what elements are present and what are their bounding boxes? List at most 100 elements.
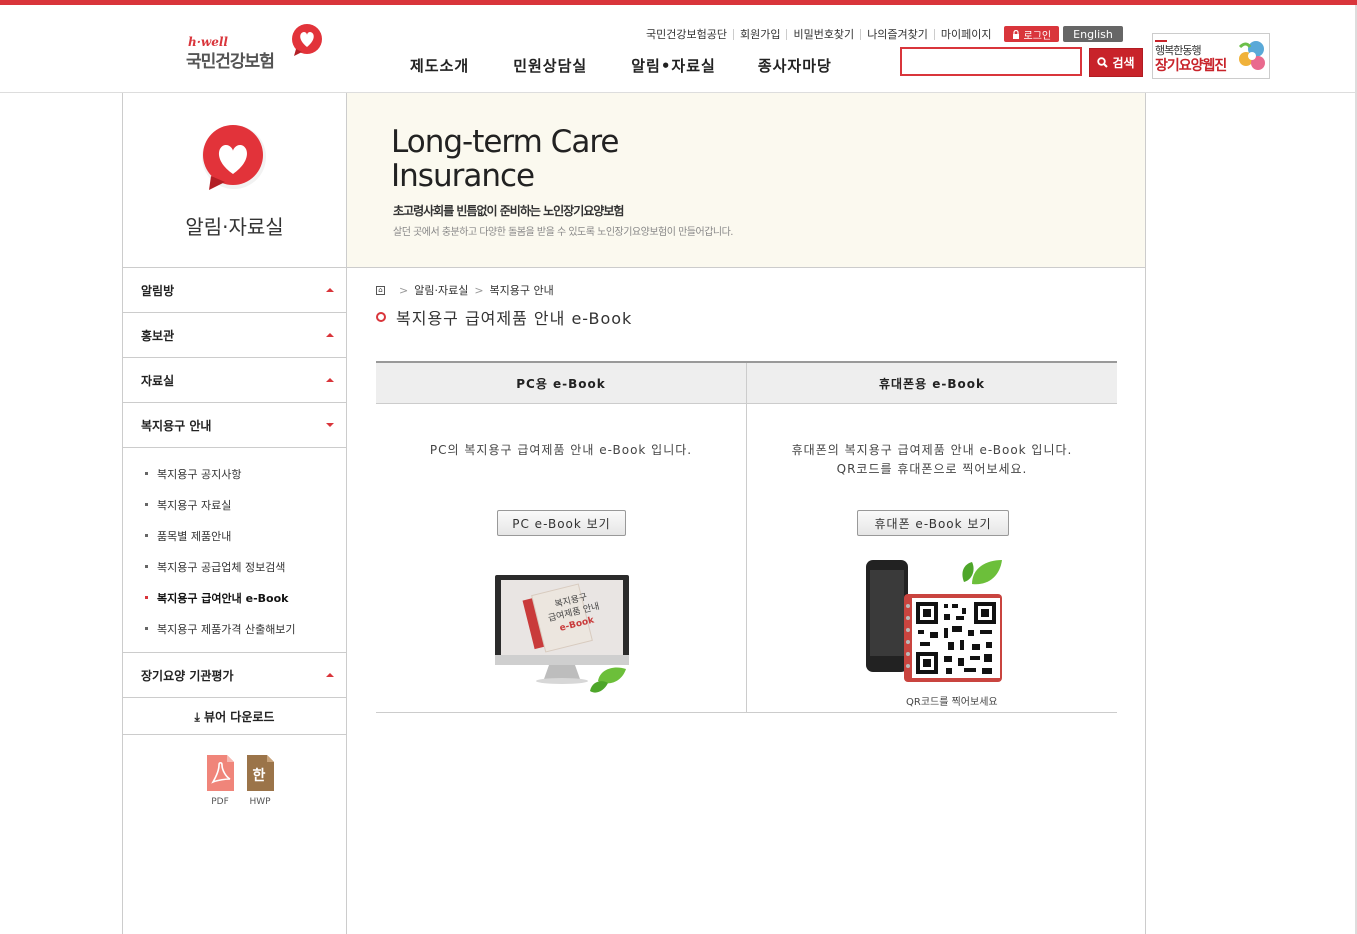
pc-column-header: PC용 e-Book: [376, 363, 746, 404]
gnb-item-notice[interactable]: 알림•자료실: [631, 55, 716, 76]
submenu-item-price-calc[interactable]: 복지용구 제품가격 산출해보기: [123, 613, 346, 644]
breadcrumb-separator: >: [474, 283, 484, 297]
menu-item-notice-room[interactable]: 알림방: [123, 268, 346, 313]
login-label: 로그인: [1023, 30, 1052, 42]
hero-banner: Long-term Care Insurance 초고령사회를 빈틈없이 준비하…: [347, 93, 1145, 268]
bullet-icon: [145, 596, 148, 599]
util-link-favorites[interactable]: 나의즐겨찾기: [861, 28, 935, 40]
breadcrumb: ⌂ > 알림·자료실 > 복지용구 안내: [376, 282, 554, 298]
search-icon: [1097, 57, 1109, 68]
menu-item-welfare[interactable]: 복지용구 안내: [123, 403, 346, 448]
menu-item-label: 장기요양 기관평가: [141, 668, 234, 683]
submenu-item-ebook[interactable]: 복지용구 급여안내 e-Book: [123, 582, 346, 613]
side-menu: 알림방 홍보관 자료실 복지용구 안내 복지용구 공지사항 복지용구 자료실 품…: [123, 268, 346, 735]
bullet-icon: [145, 472, 148, 475]
breadcrumb-separator: >: [399, 283, 409, 297]
logo-name: 국민건강보험: [186, 52, 275, 72]
submenu-item-label: 복지용구 급여안내 e-Book: [157, 591, 289, 605]
bullet-icon: [145, 565, 148, 568]
viewer-download-button[interactable]: ⤓ 뷰어 다운로드: [123, 698, 346, 735]
flower-icon: [1238, 41, 1265, 70]
caret-down-icon: [326, 423, 334, 427]
search-button[interactable]: 검색: [1089, 48, 1143, 77]
hero-title-line1: Long-term Care: [391, 124, 619, 160]
global-nav: 제도소개 민원상담실 알림•자료실 종사자마당: [410, 55, 876, 76]
login-button[interactable]: 로그인: [1003, 26, 1060, 42]
caret-up-icon: [326, 378, 334, 382]
hero-subtitle: 초고령사회를 빈틈없이 준비하는 노인장기요양보험: [393, 204, 624, 218]
hero-title-line2: Insurance: [391, 158, 535, 194]
caret-up-icon: [326, 333, 334, 337]
pc-description: PC의 복지용구 급여제품 안내 e-Book 입니다.: [429, 443, 693, 457]
site-logo[interactable]: h·well 국민건강보험: [186, 24, 326, 75]
mobile-column-header: 휴대폰용 e-Book: [747, 363, 1117, 404]
viewer-downloads: PDF 한 HWP: [200, 755, 280, 807]
pdf-label: PDF: [211, 797, 229, 807]
gnb-item-system[interactable]: 제도소개: [410, 55, 469, 76]
menu-item-pr[interactable]: 홍보관: [123, 313, 346, 358]
menu-item-archive[interactable]: 자료실: [123, 358, 346, 403]
qr-code-illustration[interactable]: [860, 556, 1010, 688]
submenu-item-suppliers[interactable]: 복지용구 공급업체 정보검색: [123, 551, 346, 582]
menu-item-evaluation[interactable]: 장기요양 기관평가: [123, 653, 346, 698]
caret-up-icon: [326, 288, 334, 292]
ebook-table: PC용 e-Book 휴대폰용 e-Book PC의 복지용구 급여제품 안내 …: [376, 361, 1117, 713]
title-bullet-icon: [376, 312, 386, 322]
menu-item-label: 자료실: [141, 373, 175, 388]
submenu-item-label: 복지용구 자료실: [157, 498, 232, 512]
home-icon[interactable]: ⌂: [376, 285, 385, 295]
gnb-item-workers[interactable]: 종사자마당: [758, 55, 832, 76]
submenu: 복지용구 공지사항 복지용구 자료실 품목별 제품안내 복지용구 공급업체 정보…: [123, 448, 346, 653]
search-box: [900, 47, 1082, 76]
mobile-description-line1: 휴대폰의 복지용구 급여제품 안내 e-Book 입니다.: [791, 443, 1073, 457]
menu-item-label: 복지용구 안내: [141, 418, 212, 433]
page-title: 복지용구 급여제품 안내 e-Book: [376, 305, 632, 329]
util-link-join[interactable]: 회원가입: [734, 28, 788, 40]
submenu-item-label: 복지용구 공지사항: [157, 467, 242, 481]
pc-ebook-button[interactable]: PC e-Book 보기: [497, 510, 626, 536]
submenu-item-label: 복지용구 제품가격 산출해보기: [157, 622, 296, 636]
english-button[interactable]: English: [1063, 26, 1123, 42]
util-link-password[interactable]: 비밀번호찾기: [787, 28, 862, 40]
search-button-label: 검색: [1112, 56, 1135, 70]
bullet-icon: [145, 627, 148, 630]
pc-monitor-illustration[interactable]: 복지용구 급여제품 안내 e-Book: [494, 573, 634, 703]
breadcrumb-item[interactable]: 복지용구 안내: [490, 282, 554, 298]
qr-caption: QR코드를 찍어보세요: [906, 697, 998, 708]
util-link-mypage[interactable]: 마이페이지: [935, 29, 998, 40]
submenu-item-label: 품목별 제품안내: [157, 529, 232, 543]
utility-nav: 국민건강보험공단 회원가입 비밀번호찾기 나의즐겨찾기 마이페이지 로그인 En…: [640, 25, 1123, 43]
hwp-viewer-link[interactable]: 한 HWP: [240, 755, 280, 807]
frame-line-right: [1145, 93, 1146, 934]
pdf-icon: [206, 755, 234, 791]
pdf-viewer-link[interactable]: PDF: [200, 755, 240, 807]
breadcrumb-item[interactable]: 알림·자료실: [414, 282, 468, 298]
hwp-icon: 한: [246, 755, 274, 791]
column-divider: [746, 363, 747, 713]
mobile-description: 휴대폰의 복지용구 급여제품 안내 e-Book 입니다. QR코드를 휴대폰으…: [747, 441, 1117, 479]
gnb-item-counsel[interactable]: 민원상담실: [513, 55, 587, 76]
bullet-icon: [145, 503, 148, 506]
menu-item-label: 홍보관: [141, 328, 175, 343]
caret-up-icon: [326, 673, 334, 677]
heart-emblem-icon: [202, 125, 266, 190]
hero-title: Long-term Care Insurance: [391, 124, 619, 194]
hero-description: 살던 곳에서 충분하고 다양한 돌봄을 받을 수 있도록 노인장기요양보험이 만…: [393, 227, 734, 238]
util-link-nhis[interactable]: 국민건강보험공단: [640, 28, 734, 40]
submenu-item-label: 복지용구 공급업체 정보검색: [157, 560, 286, 574]
submenu-item-notices[interactable]: 복지용구 공지사항: [123, 458, 346, 489]
hwp-glyph: 한: [252, 768, 266, 784]
lnb-header: 알림·자료실: [123, 93, 346, 268]
lnb-title: 알림·자료실: [185, 215, 284, 239]
heart-logo-icon: [292, 24, 322, 56]
menu-item-label: 알림방: [141, 283, 175, 298]
webzine-banner[interactable]: 행복한동행 장기요양웹진: [1152, 33, 1270, 79]
submenu-item-products[interactable]: 품목별 제품안내: [123, 520, 346, 551]
mobile-ebook-button[interactable]: 휴대폰 e-Book 보기: [857, 510, 1009, 536]
lock-icon: [1012, 29, 1019, 39]
search-input[interactable]: [906, 50, 1080, 74]
page-title-text: 복지용구 급여제품 안내 e-Book: [396, 309, 633, 328]
bullet-icon: [145, 534, 148, 537]
submenu-item-archive[interactable]: 복지용구 자료실: [123, 489, 346, 520]
mobile-description-line2: QR코드를 휴대폰으로 찍어보세요.: [836, 462, 1028, 476]
